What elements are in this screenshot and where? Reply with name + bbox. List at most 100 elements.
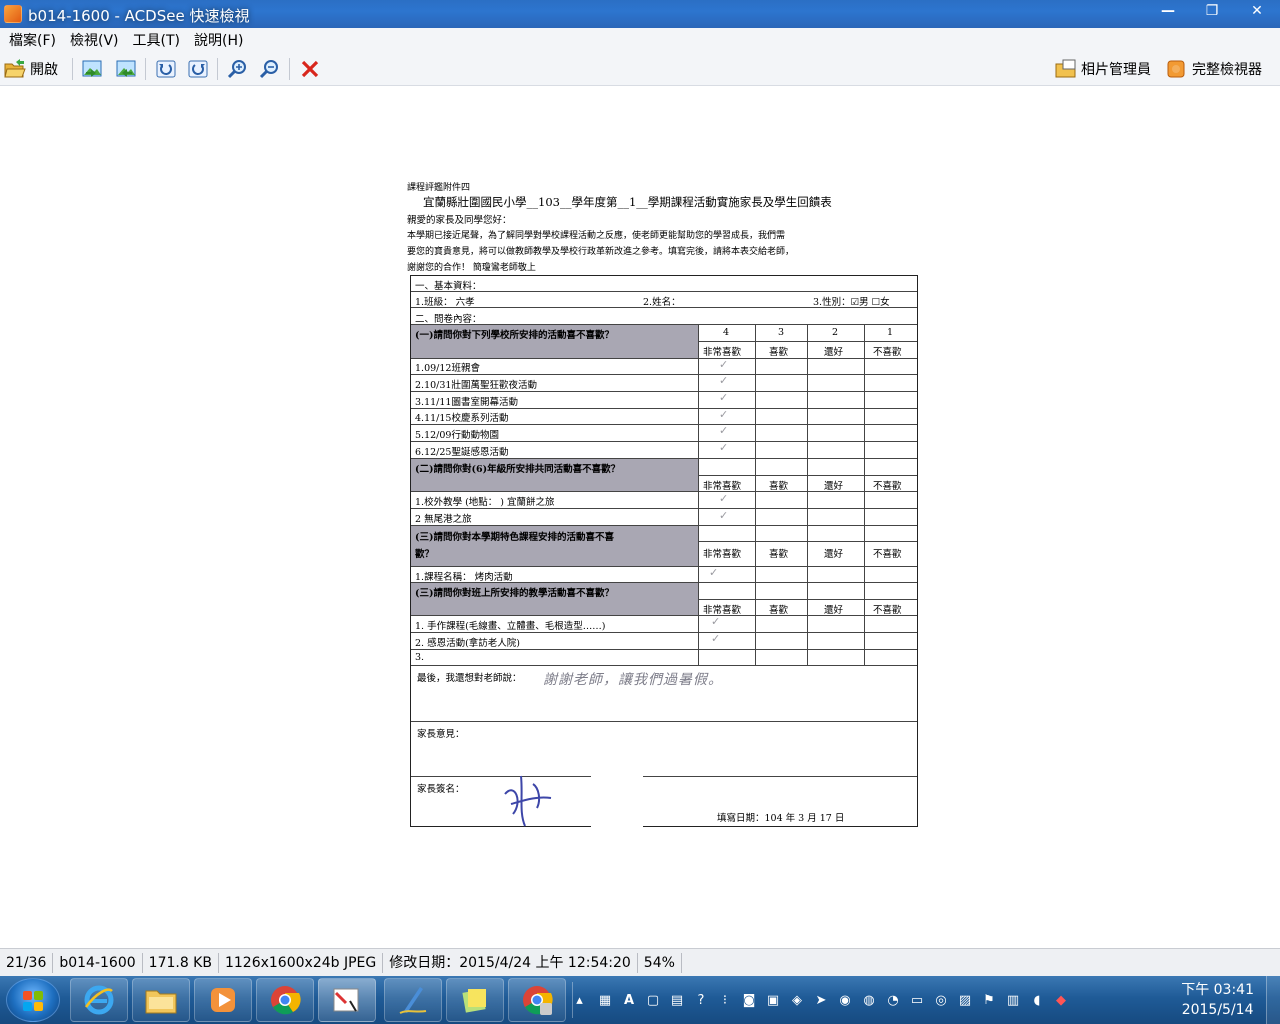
zoom-in-button[interactable]	[227, 57, 249, 81]
gender-field: 3.性別：☑男 ☐女	[813, 297, 890, 308]
windows-taskbar: ▴ ▦ A ▢ ▤ ? ⁝ ◙ ▣ ◈ ➤ ◉ ◍ ◔ ▭ ◎ ▨ ⚑ ▥ ◖ …	[0, 976, 1280, 1024]
q2-rating-ok: 還好	[824, 481, 844, 492]
q4-rating-very-like: 非常喜歡	[703, 605, 742, 616]
tray-flag-icon[interactable]: ⚑	[980, 991, 998, 1009]
full-viewer-button[interactable]: 完整檢視器	[1166, 57, 1262, 81]
rotate-right-button[interactable]	[187, 57, 209, 81]
image-viewer[interactable]: 課程評鑑附件四 宜蘭縣壯圍國民小學__103__學年度第__1__學期課程活動實…	[0, 86, 1280, 948]
clock-time: 下午 03:41	[1181, 982, 1254, 998]
question-3-line-1: (三)請問你對本學期特色課程安排的活動喜不喜	[415, 532, 614, 543]
taskbar-chrome-2[interactable]	[508, 978, 566, 1022]
q2-item-2: 2 無尾港之旅	[415, 514, 472, 525]
menu-help[interactable]: 說明(H)	[187, 30, 250, 50]
question-3-line-2: 歡？	[415, 549, 435, 560]
doc-intro-3: 謝謝您的合作！ 簡瓊鸞老師敬上	[407, 263, 536, 273]
open-button[interactable]: 開啟	[4, 57, 58, 81]
delete-button[interactable]	[299, 57, 321, 81]
fill-date: 填寫日期：104 年 3 月 17 日	[717, 813, 845, 824]
tray-search-icon[interactable]: ◔	[884, 991, 902, 1009]
tray-location-icon[interactable]: ◉	[836, 991, 854, 1009]
next-image-button[interactable]	[114, 57, 136, 81]
show-desktop-button[interactable]	[1266, 976, 1280, 1024]
question-2: (二)請問你對(6)年級所安排共同活動喜不喜歡？	[415, 464, 621, 475]
tray-globe-icon[interactable]: ◍	[860, 991, 878, 1009]
status-zoom: 54%	[638, 952, 682, 973]
title-bar[interactable]: b014-1600 - ACDSee 快速檢視 — ❐ ✕	[0, 0, 1280, 28]
rotate-right-icon	[187, 58, 209, 80]
last-words-handwriting: 謝謝老師，讓我們過暑假。	[543, 672, 723, 688]
rating-ok: 還好	[824, 347, 844, 358]
restore-button[interactable]: ❐	[1190, 0, 1234, 22]
score-3: 3	[778, 327, 785, 338]
doc-greeting: 親愛的家長及同學您好：	[407, 215, 512, 226]
q2-item-1: 1.校外教學 (地點： ) 宜蘭餅之旅	[415, 497, 555, 508]
photo-manager-button[interactable]: 相片管理員	[1055, 57, 1151, 81]
acdsee-taskbar-icon	[333, 988, 359, 1012]
q1-item-3: 3.11/11圖書室開幕活動	[415, 397, 518, 408]
q2-rating-dislike: 不喜歡	[873, 481, 902, 492]
tray-paint-icon[interactable]: ▦	[596, 991, 614, 1009]
taskbar-scroll-arrows[interactable]: ▴	[572, 982, 586, 1018]
q4-item-1: 1. 手作課程(毛線畫、立體畫、毛根造型……)	[415, 621, 606, 632]
q4-item-3: 3.	[415, 652, 425, 663]
score-1: 1	[887, 327, 894, 338]
rating-like: 喜歡	[769, 347, 789, 358]
q3-rating-very-like: 非常喜歡	[703, 549, 742, 560]
section-questionnaire: 二、問卷內容：	[415, 314, 482, 325]
doc-title: 宜蘭縣壯圍國民小學__103__學年度第__1__學期課程活動實施家長及學生回饋…	[423, 195, 832, 209]
clock-date: 2015/5/14	[1181, 1002, 1254, 1018]
tray-volume-icon[interactable]: ◖	[1028, 991, 1046, 1009]
taskbar-ie[interactable]	[70, 978, 128, 1022]
name-field: 2.姓名：	[643, 297, 681, 308]
tray-arrow-icon[interactable]: ➤	[812, 991, 830, 1009]
tray-document-icon[interactable]: ▤	[668, 991, 686, 1009]
parent-signature-scrawl	[499, 764, 559, 843]
acdsee-app-icon[interactable]	[4, 5, 22, 23]
tray-window-icon[interactable]: ▢	[644, 991, 662, 1009]
menu-file[interactable]: 檔案(F)	[2, 30, 63, 50]
previous-image-button[interactable]	[82, 57, 104, 81]
status-dimensions: 1126x1600x24b JPEG	[219, 952, 384, 973]
previous-image-icon	[82, 58, 104, 80]
tray-alert-icon[interactable]: ◆	[1052, 991, 1070, 1009]
start-button[interactable]	[6, 978, 60, 1022]
rotate-left-button[interactable]	[155, 57, 177, 81]
taskbar-media-player[interactable]	[194, 978, 252, 1022]
tray-gift-icon[interactable]: ▣	[764, 991, 782, 1009]
chrome-window-icon	[523, 986, 553, 1015]
q2-rating-very-like: 非常喜歡	[703, 481, 742, 492]
q2-rating-like: 喜歡	[769, 481, 789, 492]
tray-monitor-icon[interactable]: ▭	[908, 991, 926, 1009]
tray-keyboard-icon[interactable]: ⁝	[716, 991, 734, 1009]
taskbar-chrome[interactable]	[256, 978, 314, 1022]
window-title: b014-1600 - ACDSee 快速檢視	[28, 7, 250, 25]
folder-icon	[145, 990, 177, 1014]
question-1: (一)請問你對下列學校所安排的活動喜不喜歡？	[415, 330, 614, 341]
menu-view[interactable]: 檢視(V)	[63, 30, 126, 50]
tray-chat-icon[interactable]: ◈	[788, 991, 806, 1009]
zoom-out-button[interactable]	[259, 57, 281, 81]
menu-tools[interactable]: 工具(T)	[126, 30, 187, 50]
open-folder-icon	[4, 58, 26, 80]
tray-image-icon[interactable]: ▨	[956, 991, 974, 1009]
taskbar-explorer[interactable]	[132, 978, 190, 1022]
taskbar-pen-app[interactable]	[384, 978, 442, 1022]
status-position: 21/36	[0, 952, 54, 973]
taskbar-sticky-notes[interactable]	[446, 978, 504, 1022]
tray-disc-icon[interactable]: ◎	[932, 991, 950, 1009]
taskbar-acdsee-active[interactable]	[318, 978, 376, 1022]
toolbar: 開啟 相片管理員 完整檢視器	[0, 52, 1280, 86]
tray-font-icon[interactable]: A	[620, 991, 638, 1009]
class-field: 1.班級： 六孝	[415, 297, 475, 308]
section-basic-info: 一、基本資料：	[415, 281, 482, 292]
menu-bar: 檔案(F) 檢視(V) 工具(T) 說明(H)	[0, 28, 1280, 52]
tray-camera-icon[interactable]: ◙	[740, 991, 758, 1009]
q4-rating-like: 喜歡	[769, 605, 789, 616]
taskbar-clock[interactable]: 下午 03:41 2015/5/14	[1181, 980, 1254, 1020]
q1-item-6: 6.12/25聖誕感恩活動	[415, 447, 509, 458]
internet-explorer-icon	[84, 985, 114, 1015]
tray-help-icon[interactable]: ?	[692, 991, 710, 1009]
close-button[interactable]: ✕	[1234, 0, 1280, 22]
minimize-button[interactable]: —	[1146, 0, 1190, 22]
tray-network-icon[interactable]: ▥	[1004, 991, 1022, 1009]
